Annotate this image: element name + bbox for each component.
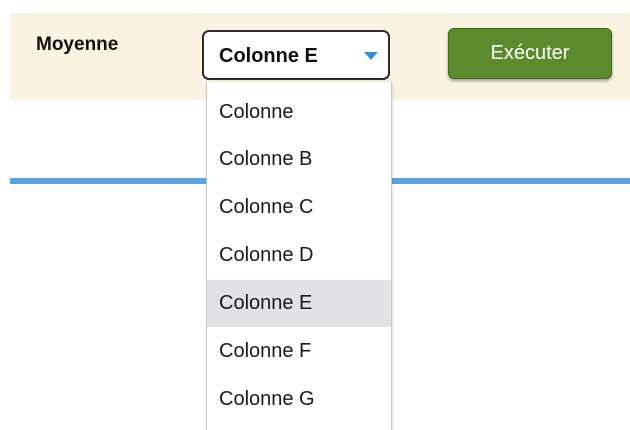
chevron-down-icon	[364, 52, 378, 60]
dropdown-option[interactable]: Colonne G	[207, 376, 391, 423]
function-label: Moyenne	[36, 34, 119, 55]
dropdown-option[interactable]: Colonne D	[207, 232, 391, 279]
run-button[interactable]: Exécuter	[448, 28, 612, 79]
dropdown-option[interactable]: Colonne C	[207, 184, 391, 231]
column-select-value: Colonne E	[219, 45, 318, 67]
dropdown-option-selected[interactable]: Colonne E	[207, 280, 391, 327]
dropdown-option[interactable]: Colonne	[207, 89, 391, 136]
column-select[interactable]: Colonne E	[202, 30, 390, 80]
column-dropdown-list: Colonne Colonne B Colonne C Colonne D Co…	[206, 82, 392, 430]
dropdown-option[interactable]: Colonne F	[207, 328, 391, 375]
page: Moyenne Colonne E Exécuter Colonne Colon…	[0, 0, 630, 430]
dropdown-option[interactable]: Colonne B	[207, 136, 391, 183]
